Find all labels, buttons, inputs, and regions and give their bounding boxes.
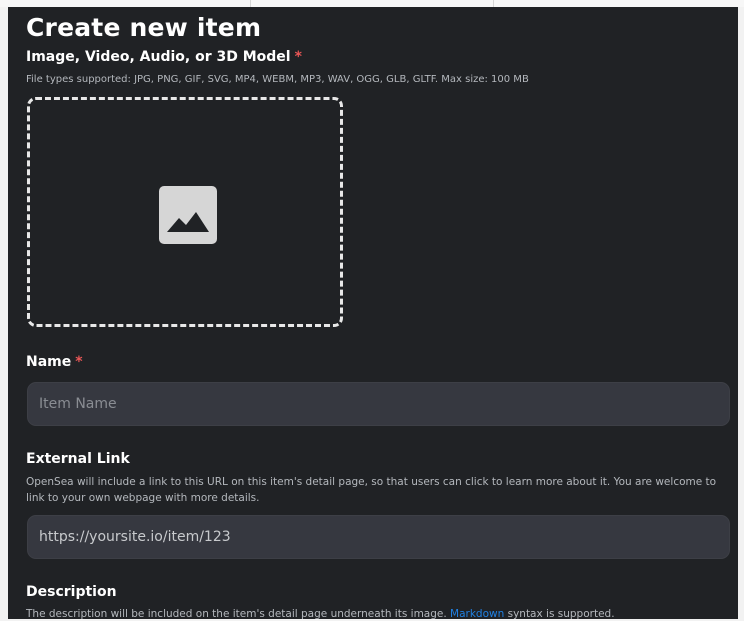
media-label: Image, Video, Audio, or 3D Model * [26,49,302,65]
external-link-input[interactable] [27,515,730,559]
external-link-description: OpenSea will include a link to this URL … [26,476,717,504]
required-marker: * [75,354,83,370]
markdown-link[interactable]: Markdown [450,608,504,619]
name-label-text: Name [26,354,72,370]
browser-top-strip [0,0,744,7]
media-label-text: Image, Video, Audio, or 3D Model [26,49,291,65]
item-name-input[interactable] [27,382,730,426]
external-link-label: External Link [26,451,130,467]
name-label: Name * [26,354,83,370]
image-placeholder-icon [159,186,217,244]
description-caption: The description will be included on the … [26,606,615,619]
description-label: Description [26,584,117,600]
page-title: Create new item [26,13,262,42]
media-supported-types: File types supported: JPG, PNG, GIF, SVG… [26,74,529,85]
top-strip-divider [250,0,251,7]
required-marker: * [294,49,302,65]
top-strip-divider [493,0,494,7]
media-dropzone[interactable] [27,97,343,327]
description-caption-text: The description will be included on the … [26,608,451,619]
create-item-panel: Create new item Image, Video, Audio, or … [8,7,738,619]
description-caption-suffix: syntax is supported. [504,608,615,619]
